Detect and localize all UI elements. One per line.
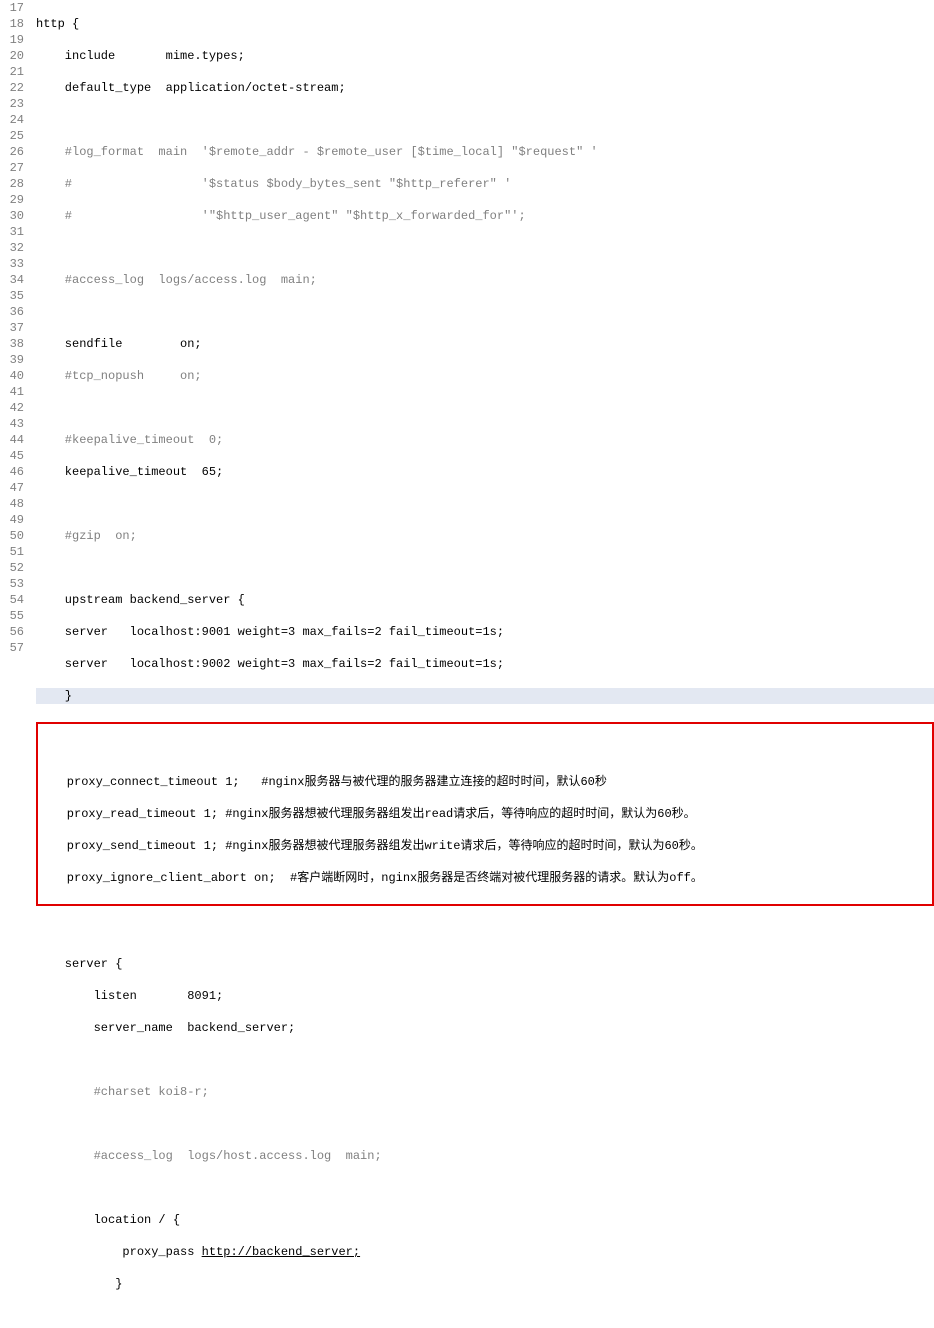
code-line: #access_log logs/access.log main; <box>36 272 934 288</box>
line-number: 55 <box>0 608 24 624</box>
code-line <box>36 1116 934 1132</box>
code-line: keepalive_timeout 65; <box>36 464 934 480</box>
line-number: 34 <box>0 272 24 288</box>
code-line <box>36 112 934 128</box>
line-number: 49 <box>0 512 24 528</box>
proxy-pass-url: http://backend_server; <box>202 1245 360 1259</box>
code-line: # '$status $body_bytes_sent "$http_refer… <box>36 176 934 192</box>
code-line: location / { <box>36 1212 934 1228</box>
highlight-box: proxy_connect_timeout 1; #nginx服务器与被代理的服… <box>36 722 934 906</box>
line-number: 56 <box>0 624 24 640</box>
line-number: 31 <box>0 224 24 240</box>
line-number: 32 <box>0 240 24 256</box>
line-number: 25 <box>0 128 24 144</box>
code-line <box>36 1052 934 1068</box>
code-line: proxy_pass http://backend_server; <box>36 1244 934 1260</box>
line-number: 27 <box>0 160 24 176</box>
line-number: 22 <box>0 80 24 96</box>
line-number: 54 <box>0 592 24 608</box>
code-line: server { <box>36 956 934 972</box>
line-number: 17 <box>0 0 24 16</box>
code-line <box>36 240 934 256</box>
code-line: #charset koi8-r; <box>36 1084 934 1100</box>
code-line: #keepalive_timeout 0; <box>36 432 934 448</box>
line-number: 51 <box>0 544 24 560</box>
code-line: } <box>36 1276 934 1292</box>
line-number: 20 <box>0 48 24 64</box>
line-number-gutter: 17 18 19 20 21 22 23 24 25 26 27 28 29 3… <box>0 0 30 1328</box>
code-line: default_type application/octet-stream; <box>36 80 934 96</box>
line-number: 44 <box>0 432 24 448</box>
code-line: server_name backend_server; <box>36 1020 934 1036</box>
line-number: 19 <box>0 32 24 48</box>
code-line-highlighted: } <box>36 688 934 704</box>
code-line <box>36 304 934 320</box>
code-line: # '"$http_user_agent" "$http_x_forwarded… <box>36 208 934 224</box>
line-number: 43 <box>0 416 24 432</box>
code-line <box>36 496 934 512</box>
code-line <box>36 560 934 576</box>
line-number: 46 <box>0 464 24 480</box>
line-number: 48 <box>0 496 24 512</box>
code-line: proxy_read_timeout 1; #nginx服务器想被代理服务器组发… <box>38 806 932 822</box>
code-line <box>36 924 934 940</box>
line-number: 39 <box>0 352 24 368</box>
code-line: #tcp_nopush on; <box>36 368 934 384</box>
line-number: 47 <box>0 480 24 496</box>
line-number: 36 <box>0 304 24 320</box>
line-number: 18 <box>0 16 24 32</box>
line-number: 26 <box>0 144 24 160</box>
line-number: 29 <box>0 192 24 208</box>
code-line: http { <box>36 16 934 32</box>
line-number: 28 <box>0 176 24 192</box>
code-text: proxy_pass <box>36 1245 202 1259</box>
code-line: listen 8091; <box>36 988 934 1004</box>
line-number: 42 <box>0 400 24 416</box>
line-number: 50 <box>0 528 24 544</box>
code-line: #access_log logs/host.access.log main; <box>36 1148 934 1164</box>
line-number: 24 <box>0 112 24 128</box>
line-number: 40 <box>0 368 24 384</box>
code-line: proxy_ignore_client_abort on; #客户端断网时，ng… <box>38 870 932 886</box>
code-line <box>36 1308 934 1324</box>
code-line: server localhost:9002 weight=3 max_fails… <box>36 656 934 672</box>
code-line <box>38 742 932 758</box>
line-number: 23 <box>0 96 24 112</box>
code-line: proxy_connect_timeout 1; #nginx服务器与被代理的服… <box>38 774 932 790</box>
line-number: 21 <box>0 64 24 80</box>
line-number: 53 <box>0 576 24 592</box>
line-number: 37 <box>0 320 24 336</box>
line-number: 52 <box>0 560 24 576</box>
code-line: server localhost:9001 weight=3 max_fails… <box>36 624 934 640</box>
code-line: include mime.types; <box>36 48 934 64</box>
code-line: #log_format main '$remote_addr - $remote… <box>36 144 934 160</box>
line-number: 35 <box>0 288 24 304</box>
line-number: 57 <box>0 640 24 656</box>
line-number: 41 <box>0 384 24 400</box>
code-line: proxy_send_timeout 1; #nginx服务器想被代理服务器组发… <box>38 838 932 854</box>
line-number: 45 <box>0 448 24 464</box>
line-number: 33 <box>0 256 24 272</box>
code-line: upstream backend_server { <box>36 592 934 608</box>
code-line <box>36 400 934 416</box>
code-area[interactable]: http { include mime.types; default_type … <box>30 0 934 1328</box>
code-line: sendfile on; <box>36 336 934 352</box>
code-line <box>36 1180 934 1196</box>
code-line: #gzip on; <box>36 528 934 544</box>
line-number: 30 <box>0 208 24 224</box>
line-number: 38 <box>0 336 24 352</box>
